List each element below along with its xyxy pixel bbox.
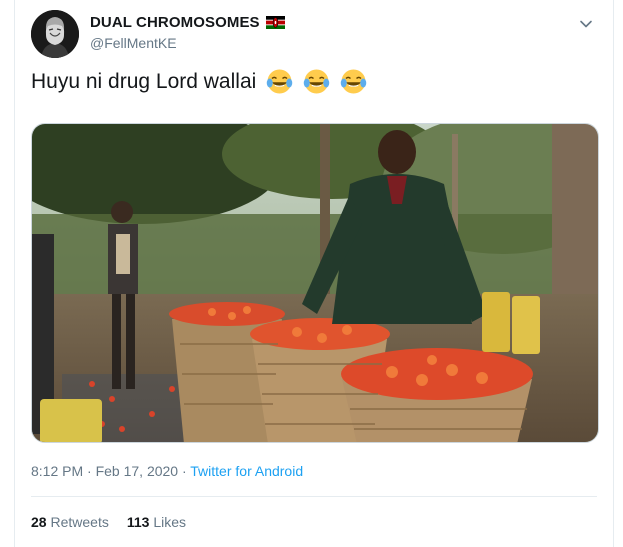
retweets-count: 28: [31, 514, 47, 530]
tweet-text-content: Huyu ni drug Lord wallai: [31, 69, 257, 93]
chevron-down-icon[interactable]: [575, 13, 597, 35]
author-handle[interactable]: @FellMentKE: [90, 35, 285, 51]
tweet-header: DUAL CHROMOSOMES @FellMentKE: [31, 10, 597, 58]
retweets-label: Retweets: [50, 514, 109, 530]
tweet-text: Huyu ni drug Lord wallai: [31, 68, 367, 95]
display-name[interactable]: DUAL CHROMOSOMES: [90, 14, 285, 31]
kenya-flag-icon: [265, 16, 285, 29]
author-names: DUAL CHROMOSOMES @FellMentKE: [90, 14, 285, 51]
avatar[interactable]: [31, 10, 79, 58]
tweet-timestamp[interactable]: 8:12 PM · Feb 17, 2020 ·: [31, 463, 190, 479]
face-with-tears-of-joy-icon: [267, 69, 293, 94]
face-with-tears-of-joy-icon: [304, 69, 330, 94]
tweet-stats: 28 Retweets 113 Likes: [31, 514, 186, 530]
likes-stat[interactable]: 113 Likes: [127, 514, 186, 530]
likes-label: Likes: [153, 514, 186, 530]
retweets-stat[interactable]: 28 Retweets: [31, 514, 109, 530]
display-name-text[interactable]: DUAL CHROMOSOMES: [90, 14, 260, 31]
likes-count: 113: [126, 514, 150, 530]
face-with-tears-of-joy-icon: [341, 69, 367, 94]
tweet-photo[interactable]: [31, 123, 599, 443]
divider: [31, 496, 597, 497]
tweet-source-link[interactable]: Twitter for Android: [190, 463, 303, 479]
tweet-meta: 8:12 PM · Feb 17, 2020 · Twitter for And…: [31, 463, 303, 479]
tweet-card: DUAL CHROMOSOMES @FellMentKE Huyu ni dru…: [14, 0, 614, 547]
